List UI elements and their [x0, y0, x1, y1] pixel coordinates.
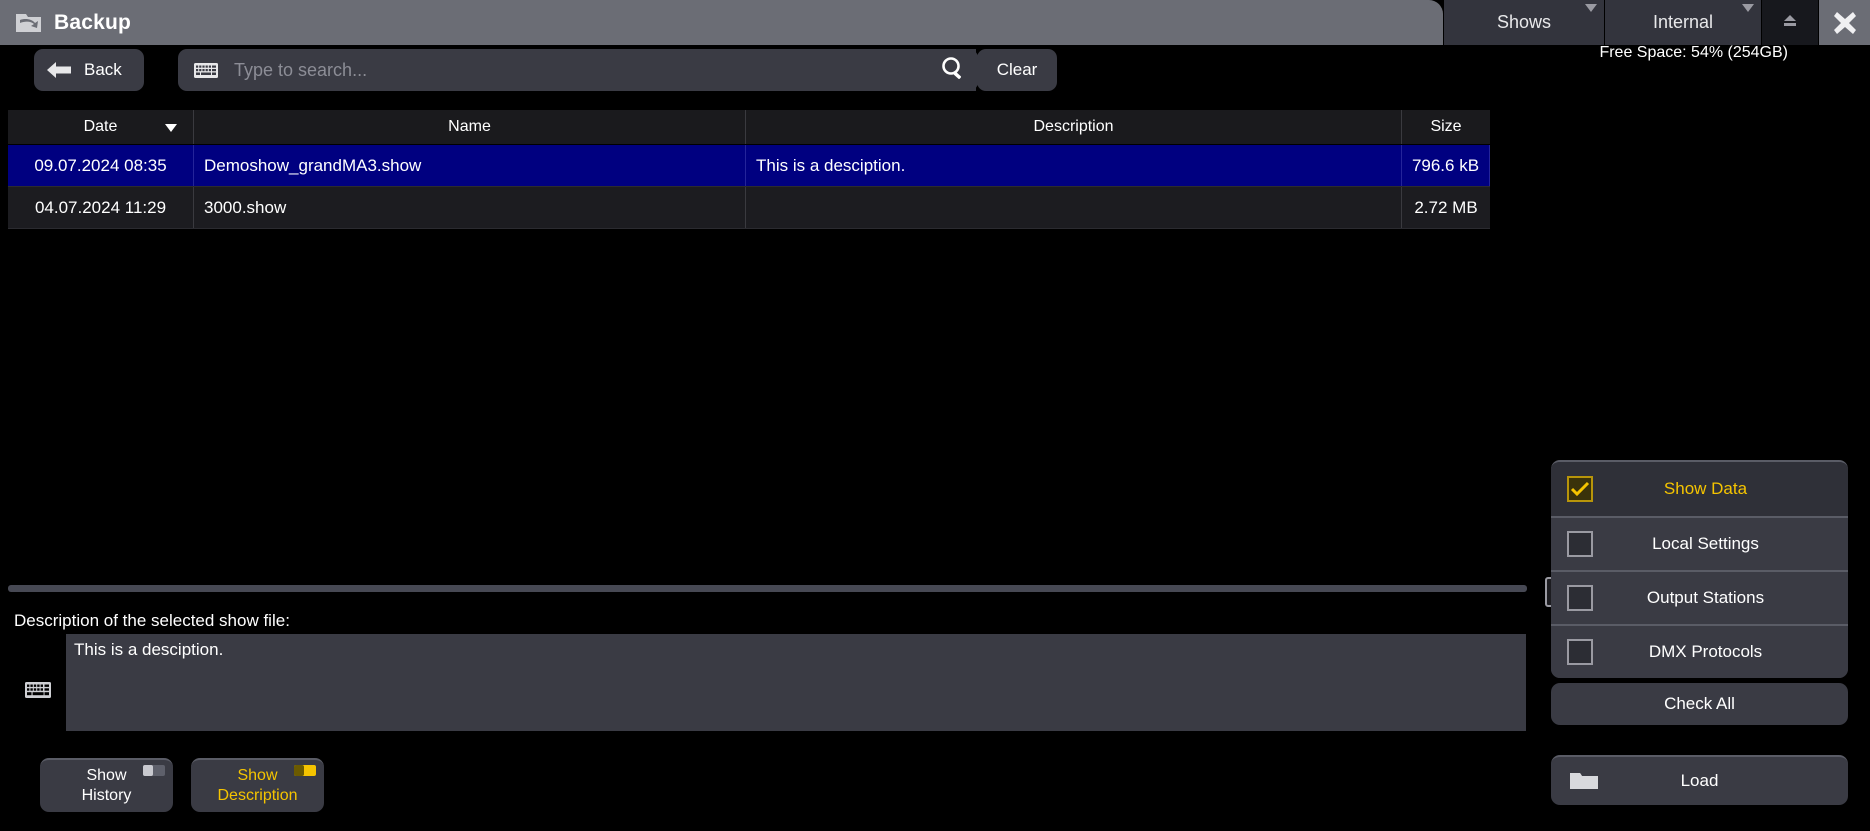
load-button-label: Load: [1680, 771, 1719, 790]
backup-folder-icon: [14, 10, 44, 36]
search-button[interactable]: [930, 49, 976, 91]
column-header-date-label: Date: [83, 118, 118, 135]
cell-size: 796.6 kB: [1402, 145, 1490, 186]
check-all-label: Check All: [1664, 694, 1735, 713]
column-header-name-label: Name: [448, 118, 491, 135]
cell-date: 04.07.2024 11:29: [8, 187, 194, 228]
load-button[interactable]: Load: [1551, 755, 1848, 805]
table-header-row: Date Name Description Size: [8, 110, 1490, 145]
show-file-table: Date Name Description Size 09.07.2024 08…: [8, 110, 1490, 229]
checkbox-checked-icon: [1567, 476, 1593, 502]
toggle-led-indicator: [143, 765, 165, 776]
table-row[interactable]: 09.07.2024 08:35 Demoshow_grandMA3.show …: [8, 145, 1490, 187]
back-button[interactable]: Back: [34, 49, 144, 91]
keyboard-icon[interactable]: [25, 682, 51, 698]
option-dmx-protocols-label: DMX Protocols: [1648, 642, 1763, 661]
option-dmx-protocols[interactable]: DMX Protocols: [1551, 624, 1848, 678]
show-description-toggle[interactable]: Show Description: [191, 758, 324, 812]
column-header-date[interactable]: Date: [8, 110, 194, 144]
shows-dropdown[interactable]: Shows: [1444, 0, 1604, 45]
cell-size: 2.72 MB: [1414, 197, 1478, 217]
column-header-description[interactable]: Description: [746, 110, 1402, 144]
column-header-description-label: Description: [1033, 118, 1114, 135]
description-textarea[interactable]: This is a desciption.: [66, 634, 1526, 731]
sort-descending-icon: [165, 124, 177, 132]
restore-options-panel: Show Data Local Settings Output Stations…: [1551, 460, 1848, 678]
cell-description: [746, 187, 1402, 228]
option-output-stations[interactable]: Output Stations: [1551, 570, 1848, 624]
shows-dropdown-label: Shows: [1496, 12, 1552, 32]
close-button[interactable]: [1819, 0, 1870, 45]
checkbox-unchecked-icon: [1567, 585, 1593, 611]
clear-button[interactable]: Clear: [977, 49, 1057, 91]
search-input[interactable]: Type to search...: [178, 49, 978, 91]
splitter-handle[interactable]: [8, 585, 1527, 592]
show-history-toggle[interactable]: Show History: [40, 758, 173, 812]
show-history-label-line2: History: [81, 787, 132, 804]
chevron-down-icon: [1585, 4, 1597, 12]
drive-dropdown[interactable]: Internal: [1605, 0, 1761, 45]
keyboard-icon: [194, 62, 218, 78]
option-show-data[interactable]: Show Data: [1551, 462, 1848, 516]
option-output-stations-label: Output Stations: [1646, 588, 1765, 607]
option-show-data-label: Show Data: [1663, 479, 1748, 498]
cell-date: 09.07.2024 08:35: [8, 145, 194, 186]
table-row[interactable]: 04.07.2024 11:29 3000.show 2.72 MB: [8, 187, 1490, 229]
eject-button[interactable]: [1762, 0, 1818, 45]
clear-button-label: Clear: [996, 60, 1038, 79]
show-description-label-line2: Description: [217, 787, 298, 804]
cell-description: This is a desciption.: [746, 145, 1402, 186]
chevron-down-icon: [1742, 4, 1754, 12]
backup-window: Backup Shows Internal Free Space: 54% (2…: [0, 0, 1870, 831]
show-description-label-line1: Show: [237, 767, 278, 784]
cell-name: 3000.show: [194, 187, 746, 228]
show-history-label-line1: Show: [86, 767, 127, 784]
description-label: Description of the selected show file:: [14, 611, 290, 630]
option-local-settings[interactable]: Local Settings: [1551, 516, 1848, 570]
magnifier-icon: [940, 55, 966, 86]
checkbox-unchecked-icon: [1567, 639, 1593, 665]
drive-dropdown-label: Internal: [1652, 12, 1714, 32]
page-title: Backup: [54, 10, 132, 34]
toggle-led-indicator: [294, 765, 316, 776]
cell-name: Demoshow_grandMA3.show: [194, 145, 746, 186]
title-bar-main: Backup: [0, 0, 1443, 45]
close-icon: [1830, 8, 1860, 38]
column-header-name[interactable]: Name: [194, 110, 746, 144]
check-all-button[interactable]: Check All: [1551, 683, 1848, 725]
column-header-size-label: Size: [1430, 118, 1462, 135]
checkbox-unchecked-icon: [1567, 531, 1593, 557]
folder-icon: [1569, 770, 1599, 797]
back-button-label: Back: [84, 60, 122, 79]
arrow-left-icon: [46, 61, 72, 79]
column-header-size[interactable]: Size: [1402, 110, 1490, 144]
option-local-settings-label: Local Settings: [1652, 534, 1759, 553]
eject-icon: [1781, 13, 1799, 32]
title-bar: Backup Shows Internal: [0, 0, 1870, 46]
search-placeholder: Type to search...: [234, 59, 368, 80]
toolbar: Back Type to search... Clear: [0, 49, 1870, 99]
